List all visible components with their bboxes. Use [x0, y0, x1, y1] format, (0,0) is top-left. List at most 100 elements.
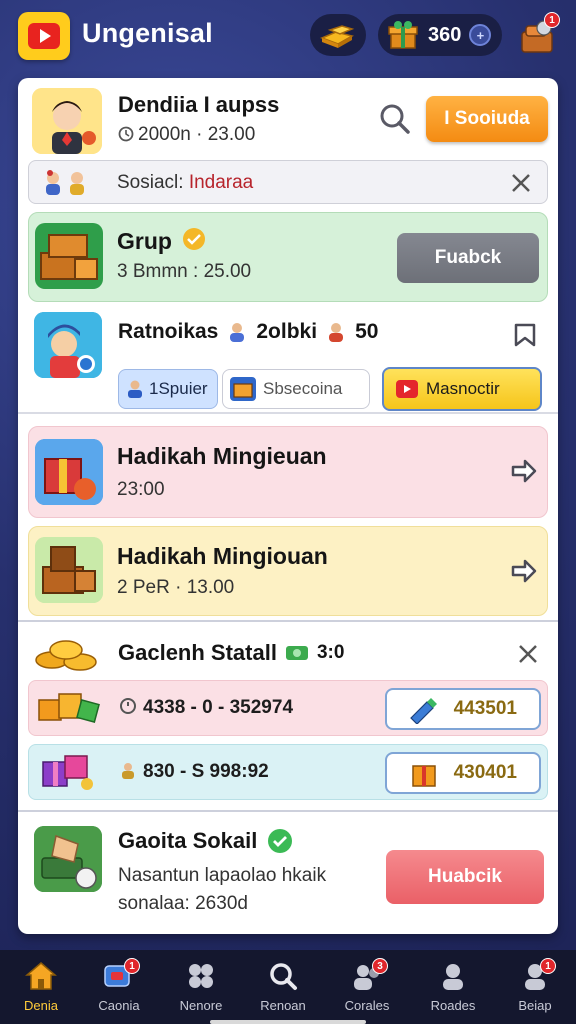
section-divider — [18, 810, 558, 812]
gift-boxes-icon — [38, 693, 100, 723]
forward-arrow-icon[interactable] — [507, 555, 539, 587]
presents-icon — [42, 755, 93, 790]
app-logo-icon[interactable] — [18, 12, 70, 60]
nav-item-search[interactable]: Renoan — [242, 950, 324, 1024]
person-icon — [443, 964, 463, 990]
nav-badge: 3 — [372, 958, 388, 974]
group-title-text: Grup — [117, 228, 172, 254]
nav-item-person[interactable]: Roades — [412, 950, 494, 1024]
bottom-navigation: Denia 1 Caonia Nenore Renoan 3 Corales R… — [0, 950, 576, 1024]
stats-row-2-value-text: 830 - S 998:92 — [143, 761, 269, 782]
app-title: Ungenisal — [82, 18, 213, 48]
filter-chip-1-label: 1Spuier — [149, 379, 208, 398]
section-divider — [18, 620, 558, 622]
stats-row-2-text: 830 - S 998:92 — [119, 761, 269, 783]
avatar-icon — [32, 88, 102, 154]
avatar[interactable] — [32, 88, 102, 154]
social-action-button[interactable]: Huabcik — [386, 850, 544, 904]
verified-check-icon — [268, 829, 293, 853]
stats-row-1-value-text: 4338 - 0 - 352974 — [143, 697, 294, 718]
filter-chip-1[interactable]: 1Spuier — [118, 369, 218, 409]
group-subtitle: 3 Bmmn : 25.00 — [117, 261, 252, 282]
coins-icon — [35, 640, 97, 671]
chest-icon — [230, 377, 256, 401]
gift-box-icon — [388, 21, 418, 49]
stats-title: Gaclenh Statall 3:0 — [118, 640, 344, 666]
users-icon — [46, 170, 84, 195]
event-card-1[interactable]: Hadikah Mingieuan 23:00 — [28, 426, 548, 518]
search-value: Indaraa — [188, 172, 254, 193]
group-action-button[interactable]: Fuabck — [397, 233, 539, 283]
verified-icon — [183, 228, 206, 250]
main-panel: Dendiia I aupss 2000n · 23.00 I Sooiuda … — [18, 78, 558, 934]
social-thumbnail — [34, 826, 102, 892]
forward-arrow-icon[interactable] — [507, 455, 539, 487]
stats-row-2-pill-value: 430401 — [453, 762, 517, 783]
currency-pill[interactable]: 360 + — [378, 14, 502, 56]
add-coins-button[interactable]: + — [469, 24, 492, 46]
treasure-chest-icon — [35, 537, 103, 603]
shop-button[interactable]: 1 — [516, 12, 560, 58]
stats-row-2-pill[interactable]: 430401 — [385, 752, 541, 794]
nav-label: Roades — [430, 998, 476, 1013]
players-thumbnail — [34, 312, 102, 378]
filter-chip-2[interactable]: Sbsecoina — [222, 369, 370, 409]
stats-title-text: Gaclenh Statall — [118, 640, 277, 665]
group-thumbnail — [35, 223, 103, 289]
shop-badge: 1 — [544, 12, 560, 28]
gift-icon — [35, 439, 103, 505]
group-card[interactable]: Grup 3 Bmmn : 25.00 Fuabck — [28, 212, 548, 302]
players-count-1: 2olbki — [256, 320, 318, 343]
person-icon — [122, 763, 134, 779]
nav-label: Nenore — [179, 998, 223, 1013]
players-title: Ratnoikas 2olbki 50 — [118, 320, 378, 344]
primary-action-button[interactable]: I Sooiuda — [426, 96, 548, 142]
gold-bars-icon — [319, 25, 355, 48]
magnifier-icon — [270, 963, 297, 990]
social-title-text: Gaoita Sokail — [118, 828, 258, 853]
video-icon — [396, 380, 418, 398]
event-card-2-subtitle: 2 PeR · 13.00 — [117, 577, 235, 598]
money-icon — [34, 826, 102, 892]
stats-row-1[interactable]: 4338 - 0 - 352974 443501 — [28, 680, 548, 736]
nav-badge: 1 — [124, 958, 140, 974]
event-card-1-title: Hadikah Mingieuan — [117, 443, 327, 469]
nav-label: Renoan — [260, 998, 306, 1013]
nav-item-people[interactable]: 3 Corales — [326, 950, 408, 1024]
clear-search-icon[interactable] — [509, 171, 533, 195]
message-button[interactable]: Masnoctir — [382, 367, 542, 411]
event-card-2[interactable]: Hadikah Mingiouan 2 PeR · 13.00 — [28, 526, 548, 616]
search-bar[interactable]: Sosiacl: Indaraa — [28, 160, 548, 204]
stats-row-2[interactable]: 830 - S 998:92 430401 — [28, 744, 548, 800]
nav-badge: 1 — [540, 958, 556, 974]
profile-meta-text: 2000n · 23.00 — [138, 124, 256, 145]
event-card-2-thumbnail — [35, 537, 103, 603]
nav-item-chat[interactable]: 1 Caonia — [78, 950, 160, 1024]
cash-icon — [285, 646, 308, 660]
pencil-icon — [410, 698, 437, 724]
person-icon — [230, 323, 245, 342]
profile-name: Dendiia I aupss — [118, 92, 280, 117]
nav-item-profile[interactable]: 1 Beiap — [494, 950, 576, 1024]
treasure-chest-icon — [40, 234, 98, 280]
puzzle-icon — [189, 964, 213, 988]
nav-item-puzzle[interactable]: Nenore — [160, 950, 242, 1024]
close-icon[interactable] — [516, 642, 540, 666]
search-query: Sosiacl: Indaraa — [117, 172, 253, 194]
filter-chip-2-label: Sbsecoina — [263, 379, 343, 398]
search-icon[interactable] — [378, 102, 412, 136]
message-button-label: Masnoctir — [426, 379, 500, 398]
top-bar: Ungenisal 360 + 1 — [0, 0, 576, 74]
nav-label: Caonia — [98, 998, 140, 1013]
home-icon — [25, 962, 57, 990]
social-description: Nasantun lapaolao hkaik — [118, 865, 327, 886]
event-card-1-thumbnail — [35, 439, 103, 505]
profile-meta: 2000n · 23.00 — [118, 124, 255, 146]
box-icon — [412, 765, 436, 787]
social-meta: sonalaa: 2630d — [118, 893, 248, 914]
bookmark-icon[interactable] — [512, 322, 538, 348]
stats-row-1-pill[interactable]: 443501 — [385, 688, 541, 730]
players-title-text: Ratnoikas — [118, 320, 219, 343]
nav-item-home[interactable]: Denia — [0, 950, 82, 1024]
gold-bars-button[interactable] — [310, 14, 366, 56]
